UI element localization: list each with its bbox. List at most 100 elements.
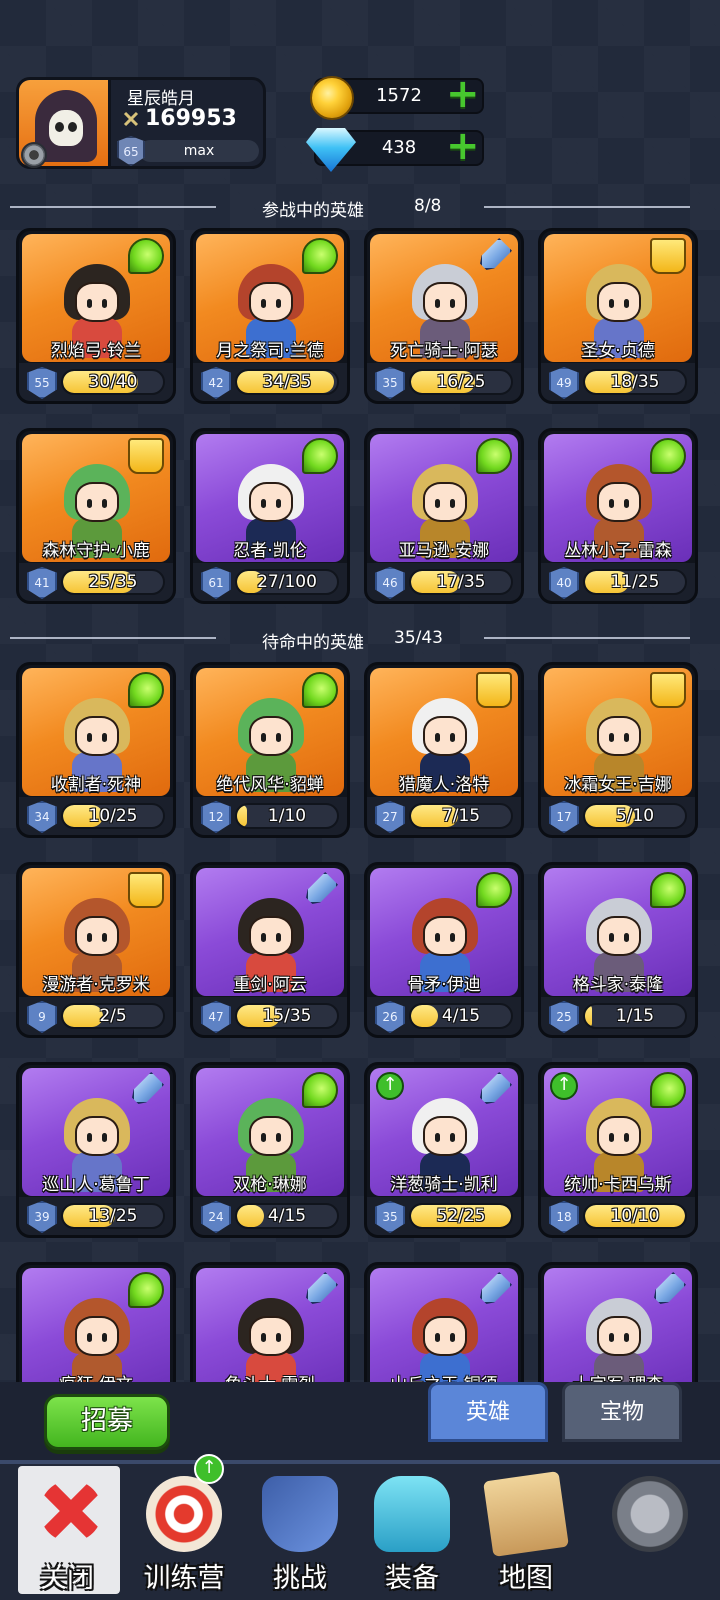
shard-progress-bar: 27/100 [235,569,339,595]
nav-locked[interactable] [594,1466,706,1596]
hero-level-badge: 12 [201,801,231,833]
hero-card[interactable]: 收割者·死神 34 10/25 [16,662,176,838]
hero-card[interactable]: 月之祭司·兰德 42 34/35 [190,228,350,404]
book-class-icon [650,672,686,708]
hero-portrait: 巡山人·葛鲁丁 [22,1068,170,1196]
shard-progress-bar: 13/25 [61,1203,165,1229]
hero-card[interactable]: 丛林小子·雷森 40 11/25 [538,428,698,604]
sword-shield-icon [262,1476,338,1552]
hero-card[interactable]: ↑ 洋葱骑士·凯利 35 52/25 [364,1062,524,1238]
hero-level-badge: 49 [549,367,579,399]
hero-level-badge: 35 [375,1201,405,1233]
add-gems-button[interactable]: + [446,126,480,166]
wing-class-icon [302,438,338,474]
hero-portrait: 冰霜女王·吉娜 [544,668,692,796]
hero-portrait: 忍者·凯伦 [196,434,344,562]
hero-portrait: 月之祭司·兰德 [196,234,344,362]
hero-card[interactable]: ↑ 统帅·卡西乌斯 18 10/10 [538,1062,698,1238]
hero-card[interactable]: 忍者·凯伦 61 27/100 [190,428,350,604]
hero-card[interactable]: 亚马逊·安娜 46 17/35 [364,428,524,604]
hero-level-badge: 40 [549,567,579,599]
shard-progress-bar: 10/10 [583,1203,687,1229]
hero-card[interactable]: 巡山人·葛鲁丁 39 13/25 [16,1062,176,1238]
hero-name: 收割者·死神 [50,775,142,795]
shard-progress-bar: 18/35 [583,369,687,395]
hero-card[interactable]: 森林守护·小鹿 41 25/35 [16,428,176,604]
nav-close[interactable]: 关闭 [6,1466,120,1596]
shard-progress-bar: 1/15 [583,1003,687,1029]
shard-progress-text: 10/25 [88,806,138,826]
hero-level-badge: 17 [549,801,579,833]
hero-portrait: 角斗士·雷烈 [196,1268,344,1396]
shard-progress-text: 18/35 [610,372,660,392]
hero-portrait: 重剑·阿云 [196,868,344,996]
nav-equipment[interactable]: 装备 [356,1466,468,1596]
shard-progress-bar: 30/40 [61,369,165,395]
shard-progress-bar: 52/25 [409,1203,513,1229]
hero-card[interactable]: 双枪·琳娜 24 4/15 [190,1062,350,1238]
shard-progress-bar: 17/35 [409,569,513,595]
add-gold-button[interactable]: + [446,74,480,114]
nav-map[interactable]: 地图 [470,1466,582,1596]
wing-class-icon [302,1072,338,1108]
recruit-button[interactable]: 招募 [44,1394,170,1450]
hero-name: 漫游者·克罗米 [42,975,150,995]
divider [484,206,690,208]
hero-level-badge: 34 [27,801,57,833]
upgrade-arrow-icon: ↑ [550,1072,578,1100]
shard-progress-bar: 34/35 [235,369,339,395]
player-profile[interactable]: 星辰皓月 169953 max 65 [16,77,266,169]
hero-portrait: ↑ 洋葱骑士·凯利 [370,1068,518,1196]
shard-progress-text: 52/25 [436,1206,486,1226]
hero-name: 烈焰弓·铃兰 [50,341,142,361]
hero-level-badge: 25 [549,1001,579,1033]
nav-challenge[interactable]: 挑战 [244,1466,356,1596]
hero-card[interactable]: 漫游者·克罗米 9 2/5 [16,862,176,1038]
skull-icon [49,110,83,146]
hero-name: 双枪·琳娜 [233,1175,307,1195]
map-icon [483,1471,569,1557]
hero-portrait: 格斗家·泰隆 [544,868,692,996]
hero-portrait: 山丘之王·铜须 [370,1268,518,1396]
hero-level-badge: 46 [375,567,405,599]
hero-level-badge: 47 [201,1001,231,1033]
book-class-icon [128,872,164,908]
hero-card[interactable]: 重剑·阿云 47 15/35 [190,862,350,1038]
hero-card[interactable]: 猎魔人·洛特 27 7/15 [364,662,524,838]
hero-card[interactable]: 圣女·贞德 49 18/35 [538,228,698,404]
shard-progress-bar: 1/10 [235,803,339,829]
shard-progress-bar: 15/35 [235,1003,339,1029]
hero-level-badge: 39 [27,1201,57,1233]
nav-label: 地图 [499,1563,553,1594]
hero-card[interactable]: 格斗家·泰隆 25 1/15 [538,862,698,1038]
shard-progress-text: 2/5 [99,1006,127,1026]
hero-portrait: 绝代风华·貂蝉 [196,668,344,796]
tab-treasures[interactable]: 宝物 [562,1382,682,1442]
shard-progress-text: 1/10 [267,806,307,826]
hero-level-badge: 35 [375,367,405,399]
shard-progress-text: 27/100 [257,572,317,592]
book-class-icon [476,672,512,708]
shard-progress-text: 17/35 [436,572,486,592]
shard-progress-text: 5/10 [615,806,655,826]
settings-gear-icon[interactable] [21,142,47,168]
hero-portrait: 烈焰弓·铃兰 [22,234,170,362]
hero-card[interactable]: 死亡骑士·阿瑟 35 16/25 [364,228,524,404]
tab-heroes[interactable]: 英雄 [428,1382,548,1442]
book-class-icon [128,438,164,474]
hero-card[interactable]: 骨矛·伊迪 26 4/15 [364,862,524,1038]
nav-training-camp[interactable]: 训练营 [128,1466,240,1596]
wing-class-icon [128,672,164,708]
hero-card[interactable]: 绝代风华·貂蝉 12 1/10 [190,662,350,838]
hero-card[interactable]: 冰霜女王·吉娜 17 5/10 [538,662,698,838]
hero-name: 重剑·阿云 [233,975,307,995]
hero-portrait: 漫游者·克罗米 [22,868,170,996]
shard-progress-bar: 7/15 [409,803,513,829]
divider [10,637,216,639]
nav-label: 装备 [385,1563,439,1594]
hero-card[interactable]: 烈焰弓·铃兰 55 30/40 [16,228,176,404]
wing-class-icon [650,438,686,474]
shard-progress-text: 16/25 [436,372,486,392]
shard-progress-text: 4/15 [441,1006,481,1026]
player-level-badge: 65 [117,136,145,166]
